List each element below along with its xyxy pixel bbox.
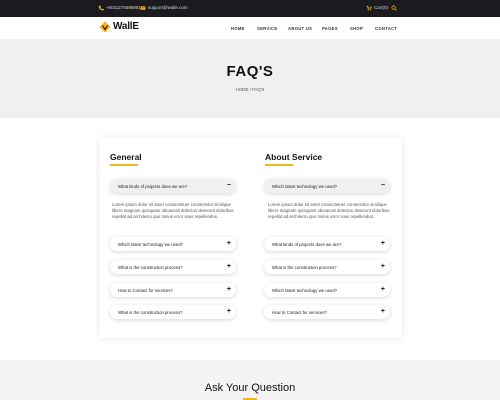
about-faq-open[interactable]: Which latest technology we used? − (264, 179, 390, 193)
faq-question: What kinds of projects does we are? (272, 241, 342, 247)
plus-icon[interactable]: + (227, 239, 231, 248)
about-service-heading: About Service (265, 152, 323, 162)
faq-question: What is the construction process? (118, 264, 183, 270)
plus-icon[interactable]: + (227, 307, 231, 316)
about-faq-item[interactable]: Which latest technology we used? + (264, 283, 390, 297)
plus-icon[interactable]: + (227, 262, 231, 271)
mail-icon (140, 6, 146, 10)
general-faq-item[interactable]: Which latest technology we used? + (110, 237, 236, 251)
about-faq-item[interactable]: What kinds of projects does we are? + (264, 237, 390, 251)
faq-question: What is the construction process? (118, 309, 183, 315)
phone-icon (98, 5, 104, 11)
nav-pages[interactable]: PAGES (322, 26, 338, 31)
faq-question: Which latest technology we used? (118, 241, 183, 247)
top-bar: +0011278598881 support@walle.com Cart(0) (0, 0, 500, 17)
general-faq-open[interactable]: What kinds of projects does we are? − (110, 179, 236, 193)
general-faq-answer: Lorem ipsum dolor sit amet consectetuer … (112, 202, 234, 220)
minus-icon[interactable]: − (227, 181, 231, 190)
logo-icon[interactable] (99, 21, 111, 33)
general-heading: General (110, 152, 142, 162)
search-icon[interactable] (391, 5, 397, 11)
phone-number[interactable]: +0011278598881 (106, 5, 141, 11)
ask-question-section (0, 360, 500, 400)
cart-link[interactable]: Cart(0) (374, 5, 388, 11)
plus-icon[interactable]: + (381, 262, 385, 271)
about-service-underline (265, 164, 293, 166)
plus-icon[interactable]: + (227, 285, 231, 294)
logo-text[interactable]: WallE (113, 21, 139, 33)
email-address[interactable]: support@walle.com (148, 5, 188, 11)
plus-icon[interactable]: + (381, 239, 385, 248)
minus-icon[interactable]: − (381, 181, 385, 190)
general-underline (110, 164, 138, 166)
nav-about-us[interactable]: ABOUT US (288, 26, 312, 31)
faq-question: Which latest technology we used? (272, 287, 337, 293)
general-faq-item[interactable]: What is the construction process? + (110, 260, 236, 274)
faq-question: What is the construction process? (272, 264, 337, 270)
cart-icon[interactable] (366, 5, 372, 11)
general-faq-item[interactable]: How to Contact for services? + (110, 283, 236, 297)
nav-home[interactable]: HOME (231, 26, 245, 31)
plus-icon[interactable]: + (381, 285, 385, 294)
about-faq-item[interactable]: What is the construction process? + (264, 260, 390, 274)
main-navbar (0, 17, 500, 39)
ask-question-heading: Ask Your Question (204, 382, 296, 394)
about-faq-item[interactable]: How to Contact for services? + (264, 305, 390, 319)
faq-question: Which latest technology we used? (272, 183, 337, 189)
faq-question: What kinds of projects does we are? (118, 183, 188, 189)
nav-contact[interactable]: CONTACT (375, 26, 397, 31)
about-faq-answer: Lorem ipsum dolor sit amet consectetuer … (268, 202, 390, 220)
faq-question: How to Contact for services? (272, 309, 327, 315)
page-title: FAQ'S (226, 63, 274, 80)
faq-question: How to Contact for services? (118, 287, 173, 293)
nav-shop[interactable]: SHOP (350, 26, 363, 31)
plus-icon[interactable]: + (381, 307, 385, 316)
ask-question-underline (243, 398, 257, 400)
nav-service[interactable]: SERVICE (257, 26, 277, 31)
general-faq-item[interactable]: What is the construction process? + (110, 305, 236, 319)
breadcrumb: HOME / FAQ'S (235, 87, 265, 92)
